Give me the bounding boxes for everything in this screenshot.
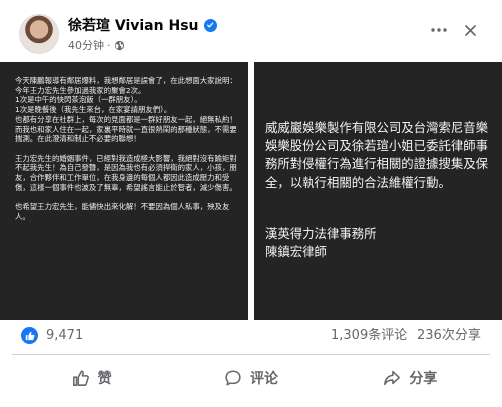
author-avatar[interactable] xyxy=(19,14,59,54)
statement-paragraph-2: 王力宏先生的婚姻事件，已經對我造成極大影響，我絕對沒有踰矩對不起我先生！為自己發… xyxy=(15,153,237,192)
like-count[interactable]: 9,471 xyxy=(46,327,83,344)
comment-button[interactable]: 评论 xyxy=(171,356,330,400)
share-button[interactable]: 分享 xyxy=(331,356,490,400)
verified-badge-icon xyxy=(203,18,217,32)
meta-separator: · xyxy=(107,38,111,52)
author-name-row: 徐若瑄 Vivian Hsu xyxy=(68,16,217,34)
facebook-post: 徐若瑄 Vivian Hsu 40分钟 · 今天陳鵬報導有鄰居爆料，我想鄰居是誤… xyxy=(0,0,502,407)
like-button[interactable]: 赞 xyxy=(12,356,171,400)
legal-statement: 威威巖娛樂製作有限公司及台灣索尼音樂娛樂股份公司及徐若瑄小姐已委託律師事務所對侵… xyxy=(265,120,489,190)
thumbs-up-icon[interactable] xyxy=(21,327,38,344)
reactions-bar: 9,471 1,309条评论 236次分享 xyxy=(0,320,502,350)
post-meta: 40分钟 · xyxy=(68,38,125,52)
more-horizontal-icon[interactable] xyxy=(427,22,451,38)
post-timestamp[interactable]: 40分钟 xyxy=(68,37,104,53)
share-button-label: 分享 xyxy=(409,371,438,387)
statement-image-right[interactable]: 威威巖娛樂製作有限公司及台灣索尼音樂娛樂股份公司及徐若瑄小姐已委託律師事務所對侵… xyxy=(254,62,502,320)
statement-paragraph-1: 今天陳鵬報導有鄰居爆料，我想鄰居是誤會了，在此想面大家說明： 今年王力宏先生參加… xyxy=(15,76,237,144)
divider xyxy=(12,354,490,355)
author-name[interactable]: 徐若瑄 Vivian Hsu xyxy=(68,15,199,35)
legal-signature: 漢英得力法律事務所 陳鎮宏律師 xyxy=(265,226,377,260)
share-count[interactable]: 236次分享 xyxy=(417,327,481,344)
share-icon xyxy=(384,370,401,386)
like-outline-icon xyxy=(72,370,89,386)
comment-count[interactable]: 1,309条评论 xyxy=(331,327,407,344)
globe-icon xyxy=(114,40,124,50)
action-bar: 赞 评论 分享 xyxy=(12,356,490,400)
post-header: 徐若瑄 Vivian Hsu 40分钟 · xyxy=(0,0,502,62)
like-button-label: 赞 xyxy=(97,371,112,387)
statement-text: 今天陳鵬報導有鄰居爆料，我想鄰居是誤會了，在此想面大家說明： 今年王力宏先生參加… xyxy=(15,76,241,231)
comment-icon xyxy=(225,370,241,386)
close-icon[interactable] xyxy=(462,22,478,38)
comment-button-label: 评论 xyxy=(249,371,278,387)
statement-image-left[interactable]: 今天陳鵬報導有鄰居爆料，我想鄰居是誤會了，在此想面大家說明： 今年王力宏先生參加… xyxy=(0,62,248,320)
statement-paragraph-3: 也希望王力宏先生，能儘快出來化解！不要因為個人私事，殃及友人。 xyxy=(15,202,230,221)
